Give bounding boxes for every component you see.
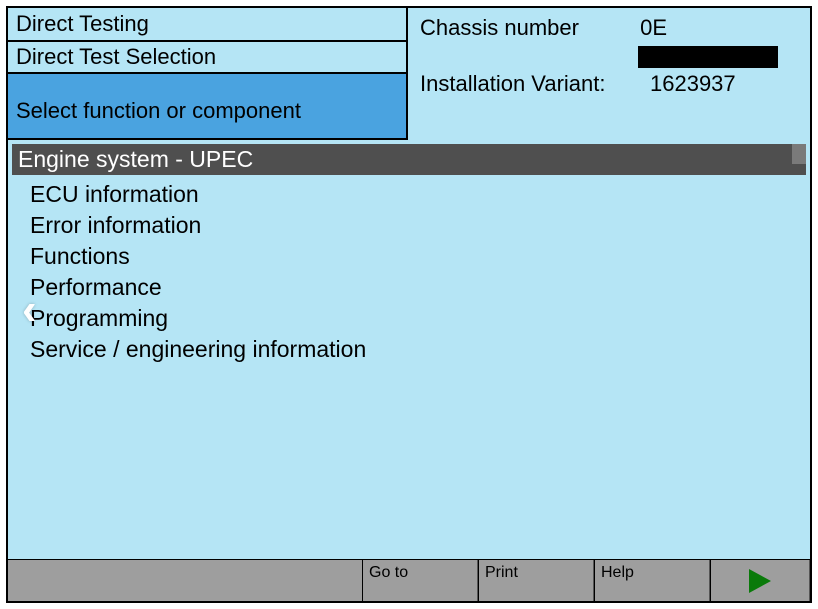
vehicle-info-panel: Chassis number 0E Installation Variant: … xyxy=(408,8,810,140)
print-button[interactable]: Print xyxy=(478,560,594,601)
chassis-label: Chassis number xyxy=(420,14,640,70)
goto-button[interactable]: Go to xyxy=(362,560,478,601)
section-header: Engine system - UPEC xyxy=(12,144,806,175)
tab-select-function[interactable]: Select function or component xyxy=(8,74,408,140)
footer-spacer xyxy=(8,560,362,601)
app-window: Direct Testing Direct Test Selection Sel… xyxy=(6,6,812,603)
chassis-row: Chassis number 0E xyxy=(420,14,798,70)
back-chevron-icon[interactable]: ‹ xyxy=(22,288,37,332)
install-label: Installation Variant: xyxy=(420,70,650,98)
list-item[interactable]: Error information xyxy=(30,210,806,241)
play-button[interactable] xyxy=(710,560,810,601)
tab-direct-testing[interactable]: Direct Testing xyxy=(8,8,408,42)
main-panel: Engine system - UPEC ECU information Err… xyxy=(8,140,810,559)
footer-toolbar: Go to Print Help xyxy=(8,559,810,601)
list-item[interactable]: Programming xyxy=(30,303,806,334)
list-item[interactable]: ECU information xyxy=(30,179,806,210)
play-icon xyxy=(749,569,771,593)
list-item[interactable]: Performance xyxy=(30,272,806,303)
header: Direct Testing Direct Test Selection Sel… xyxy=(8,8,810,140)
function-list: ECU information Error information Functi… xyxy=(8,175,810,365)
help-button[interactable]: Help xyxy=(594,560,710,601)
install-row: Installation Variant: 1623937 xyxy=(420,70,798,98)
install-value: 1623937 xyxy=(650,70,736,98)
tab-label: Select function or component xyxy=(16,98,301,124)
tab-label: Direct Testing xyxy=(16,11,149,37)
tab-label: Direct Test Selection xyxy=(16,44,216,70)
chassis-value: 0E xyxy=(640,14,798,70)
scrollbar[interactable] xyxy=(792,144,806,164)
list-item[interactable]: Functions xyxy=(30,241,806,272)
list-item[interactable]: Service / engineering information xyxy=(30,334,806,365)
breadcrumb-tabs: Direct Testing Direct Test Selection Sel… xyxy=(8,8,408,140)
redacted-block xyxy=(638,46,778,68)
tab-direct-test-selection[interactable]: Direct Test Selection xyxy=(8,42,408,74)
